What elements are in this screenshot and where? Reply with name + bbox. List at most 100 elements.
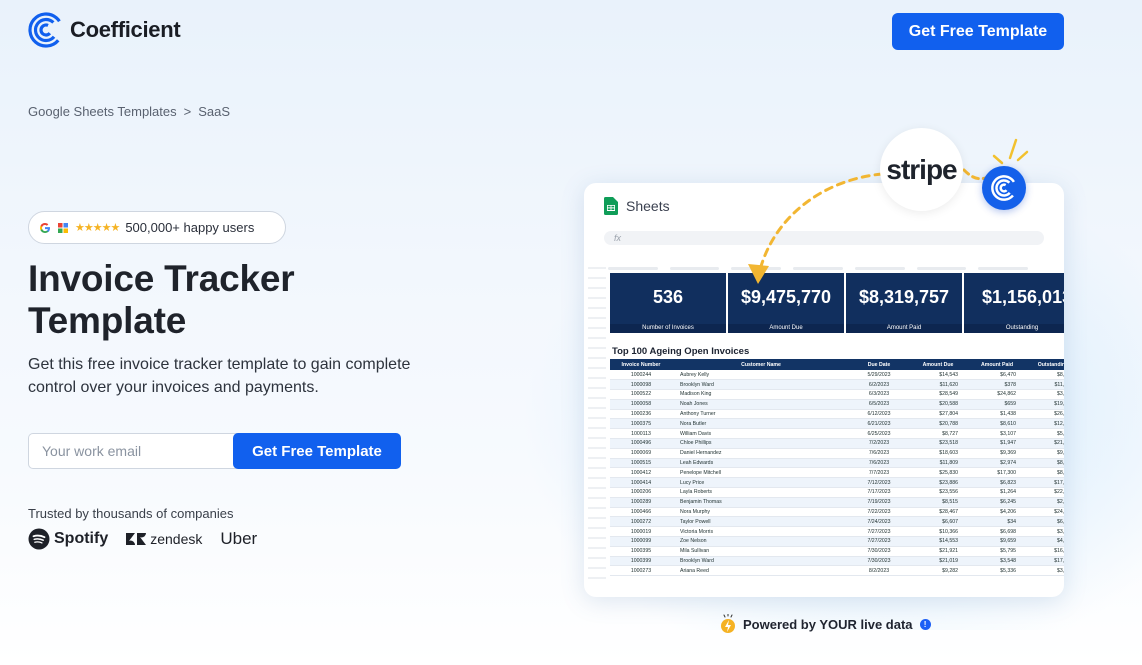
table-cell: 6/2/2023 [850, 379, 908, 391]
table-cell: Penelope Mitchell [672, 467, 850, 479]
table-cell: 1000496 [610, 438, 672, 449]
table-cell: 1000395 [610, 546, 672, 557]
sparkle-icon [992, 138, 1029, 165]
table-cell: 1000113 [610, 428, 672, 440]
powered-by-text: Powered by YOUR live data [743, 616, 913, 632]
table-cell: 7/30/2023 [850, 546, 908, 557]
table-cell: $17,47 [1026, 556, 1064, 567]
table-cell: $17,300 [968, 467, 1026, 479]
table-cell: Daniel Hernandez [672, 448, 850, 459]
formula-icon: fx [614, 233, 622, 243]
email-input[interactable] [28, 433, 238, 469]
table-cell: $5,795 [968, 546, 1026, 557]
table-cell: 1000206 [610, 487, 672, 498]
table-cell: $34 [968, 516, 1026, 528]
sheets-app-name: Sheets [626, 198, 670, 214]
table-cell: 7/27/2023 [850, 536, 908, 547]
table-cell: Brooklyn Ward [672, 379, 850, 391]
table-cell: $21,019 [908, 556, 968, 567]
table-cell: $9,369 [968, 448, 1026, 459]
table-cell: 7/30/2023 [850, 556, 908, 567]
header-get-template-button[interactable]: Get Free Template [892, 13, 1064, 50]
table-row: 1000069 Daniel Hernandez 7/6/2023 $18,603 $9… [610, 448, 1064, 459]
uber-logo: Uber [220, 529, 257, 549]
kpi-value: $1,156,013 [982, 287, 1064, 307]
table-cell: 7/17/2023 [850, 487, 908, 498]
table-cell: Aubrey Kelly [672, 370, 850, 381]
breadcrumb-link-google-sheets[interactable]: Google Sheets Templates [28, 104, 177, 119]
spotify-wordmark: Spotify [54, 530, 109, 547]
form-get-template-button[interactable]: Get Free Template [233, 433, 401, 469]
table-row: 1000515 Leah Edwards 7/6/2023 $11,809 $2,974… [610, 458, 1064, 469]
trusted-label: Trusted by thousands of companies [28, 506, 234, 521]
table-cell: $4,89 [1026, 536, 1064, 547]
table-cell: 7/6/2023 [850, 448, 908, 459]
table-cell: $21,57 [1026, 438, 1064, 449]
table-cell: 6/12/2023 [850, 409, 908, 420]
invoice-table: Invoice Number Customer Name Due Date Amoun… [610, 359, 1064, 577]
table-cell: $3,68 [1026, 389, 1064, 400]
table-cell: $6,698 [968, 526, 1026, 538]
table-cell: $27,804 [908, 409, 968, 420]
table-cell: 1000098 [610, 379, 672, 391]
lightning-icon [721, 614, 735, 633]
kpi-value: $8,319,757 [858, 287, 950, 307]
table-cell: $3,94 [1026, 565, 1064, 577]
zendesk-logo: zendesk [126, 531, 202, 547]
table-row: 1000273 Ariana Reed 8/2/2023 $9,282 $5,336 $3… [610, 565, 1064, 577]
kpi-label: Outstanding [964, 324, 1064, 333]
brand-logos: Spotify zendesk Uber [28, 528, 257, 550]
table-cell: Mila Sullivan [672, 546, 850, 557]
table-cell: 7/12/2023 [850, 477, 908, 489]
coefficient-mark-icon [991, 175, 1017, 201]
logo[interactable]: Coefficient [28, 12, 181, 48]
table-cell: $17,06 [1026, 477, 1064, 489]
page-title: Invoice Tracker Template [28, 258, 295, 341]
zendesk-wordmark: zendesk [150, 531, 203, 547]
logo-text: Coefficient [70, 17, 181, 42]
table-row: 1000414 Lucy Price 7/12/2023 $23,886 $6,823 $… [610, 477, 1064, 489]
kpi-label: Number of Invoices [610, 324, 726, 333]
table-cell: $1,947 [968, 438, 1026, 449]
table-cell: $16,12 [1026, 546, 1064, 557]
table-row: 1000466 Nora Murphy 7/22/2023 $28,467 $4,206… [610, 507, 1064, 518]
column-header: Outstanding [1026, 359, 1064, 370]
table-cell: Taylor Powell [672, 516, 850, 528]
table-cell: 1000273 [610, 565, 672, 577]
table-cell: $8,610 [968, 418, 1026, 430]
table-cell: $6,607 [908, 516, 968, 528]
table-cell: $28,467 [908, 507, 968, 518]
table-cell: $18,603 [908, 448, 968, 459]
table-cell: $2,27 [1026, 497, 1064, 508]
star-rating-icon: ★★★★★ [75, 222, 120, 234]
table-row: 1000496 Chloe Phillips 7/2/2023 $23,518 $1,9… [610, 438, 1064, 449]
kpi-value: $9,475,770 [740, 287, 832, 307]
table-cell: $3,66 [1026, 526, 1064, 538]
table-row: 1000099 Zoe Nelson 7/27/2023 $14,553 $9,659 $… [610, 536, 1064, 547]
table-cell: 1000412 [610, 467, 672, 479]
table-row: 1000289 Benjamin Thomas 7/19/2023 $8,515 $6,… [610, 497, 1064, 508]
table-cell: $14,543 [908, 370, 968, 381]
table-cell: 1000019 [610, 526, 672, 538]
happy-users-text: 500,000+ happy users [125, 220, 255, 235]
table-cell: $10,366 [908, 526, 968, 538]
table-cell: $8,07 [1026, 370, 1064, 381]
table-cell: $8,83 [1026, 458, 1064, 469]
table-row: 1000113 William Davis 6/25/2023 $8,727 $3,10… [610, 428, 1064, 440]
table-cell: Benjamin Thomas [672, 497, 850, 508]
column-header: Due Date [850, 359, 908, 370]
table-cell: $20,788 [908, 418, 968, 430]
table-cell: 6/5/2023 [850, 399, 908, 410]
breadcrumb-link-saas[interactable]: SaaS [198, 104, 230, 119]
table-cell: 1000058 [610, 399, 672, 410]
page-subtitle: Get this free invoice tracker template t… [28, 356, 411, 396]
info-icon[interactable]: ! [919, 618, 931, 630]
table-cell: $22,29 [1026, 487, 1064, 498]
table-cell: 1000236 [610, 409, 672, 420]
table-row: 1000098 Brooklyn Ward 6/2/2023 $11,620 $378 $… [610, 379, 1064, 391]
column-header: Customer Name [672, 359, 850, 370]
table-row: 1000272 Taylor Powell 7/24/2023 $6,607 $34 $6… [610, 516, 1064, 528]
column-header: Amount Due [908, 359, 968, 370]
kpi-number-of-invoices: 536 Number of Invoices [610, 273, 726, 333]
table-cell: 7/2/2023 [850, 438, 908, 449]
